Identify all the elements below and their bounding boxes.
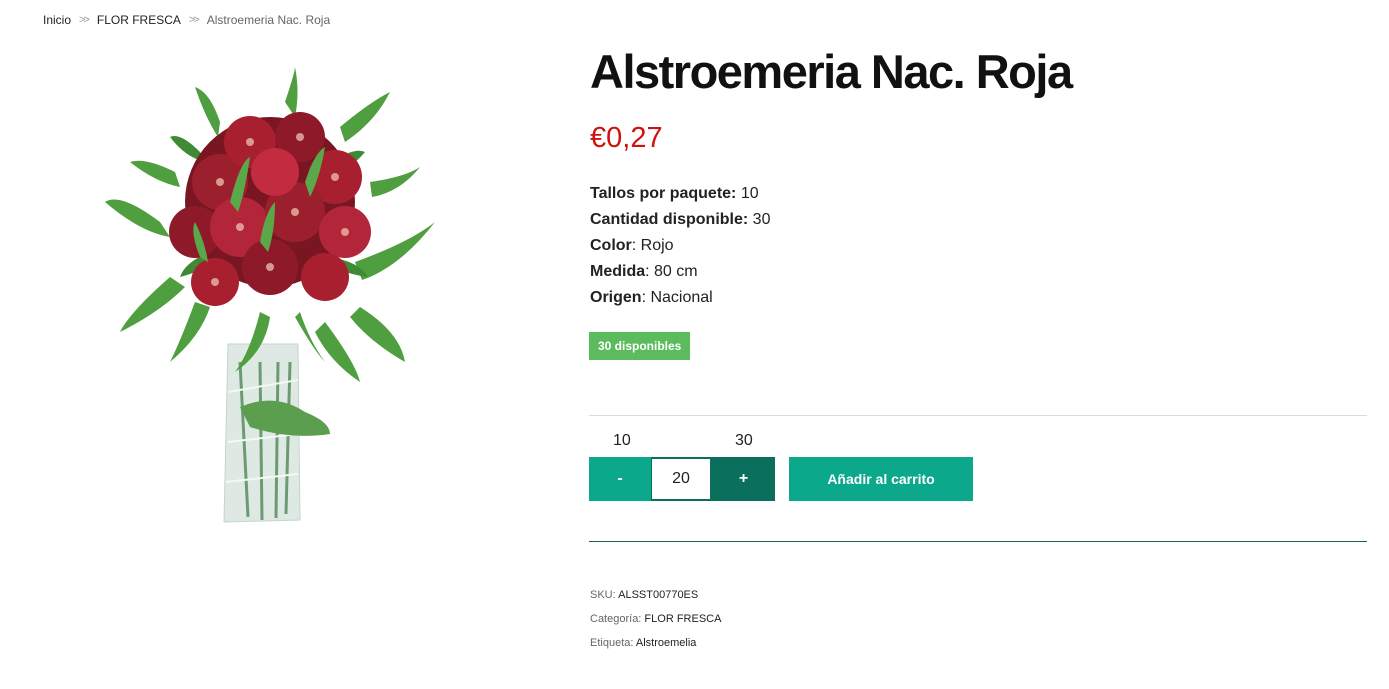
quantity-max-label: 30 (735, 432, 753, 449)
breadcrumb-current: Alstroemeria Nac. Roja (206, 13, 331, 27)
attribute-value: : Nacional (641, 289, 713, 306)
tag-label: Etiqueta: (590, 637, 636, 649)
flower-bouquet-image[interactable] (100, 62, 445, 524)
tag-link[interactable]: Alstroemelia (636, 637, 697, 649)
tag-row: Etiqueta: Alstroemelia (590, 631, 721, 655)
attribute-label: Origen (590, 289, 642, 306)
attribute-available-quantity: Cantidad disponible: 30 (590, 207, 770, 233)
breadcrumb-home-link[interactable]: Inicio (43, 13, 71, 27)
product-meta: SKU: ALSST00770ES Categoría: FLOR FRESCA… (590, 583, 721, 655)
breadcrumb-separator: >> (79, 14, 90, 26)
breadcrumb-category-link[interactable]: FLOR FRESCA (97, 13, 181, 27)
product-title: Alstroemeria Nac. Roja (590, 45, 1073, 98)
quantity-min-label: 10 (613, 432, 631, 449)
category-link[interactable]: FLOR FRESCA (644, 613, 721, 625)
attribute-color: Color: Rojo (590, 233, 770, 259)
category-row: Categoría: FLOR FRESCA (590, 607, 721, 631)
divider (589, 415, 1367, 416)
quantity-input[interactable] (651, 457, 712, 501)
sku-value: ALSST00770ES (618, 589, 699, 601)
attribute-value: : Rojo (631, 237, 674, 254)
divider (589, 541, 1367, 542)
sku-label: SKU: (590, 589, 619, 601)
attribute-origin: Origen: Nacional (590, 285, 770, 311)
attribute-value: 10 (736, 185, 759, 202)
quantity-decrease-button[interactable]: - (589, 457, 651, 501)
quantity-increase-button[interactable]: + (712, 457, 775, 501)
breadcrumb-separator: >> (188, 14, 200, 26)
attribute-label: Color (590, 237, 632, 254)
attribute-value: : 80 cm (645, 263, 698, 280)
category-label: Categoría: (590, 613, 645, 625)
attribute-label: Tallos por paquete: (590, 185, 737, 202)
product-attributes: Tallos por paquete: 10 Cantidad disponib… (590, 181, 770, 311)
attribute-stems-per-pack: Tallos por paquete: 10 (590, 181, 770, 207)
breadcrumb: Inicio >> FLOR FRESCA >> Alstroemeria Na… (43, 13, 330, 27)
product-price: €0,27 (590, 122, 663, 154)
attribute-label: Medida (590, 263, 646, 280)
stock-badge: 30 disponibles (589, 332, 691, 360)
attribute-label: Cantidad disponible: (590, 211, 749, 228)
sku-row: SKU: ALSST00770ES (590, 583, 721, 607)
attribute-size: Medida: 80 cm (590, 259, 770, 285)
attribute-value: 30 (748, 211, 771, 228)
add-to-cart-button[interactable]: Añadir al carrito (789, 457, 973, 501)
